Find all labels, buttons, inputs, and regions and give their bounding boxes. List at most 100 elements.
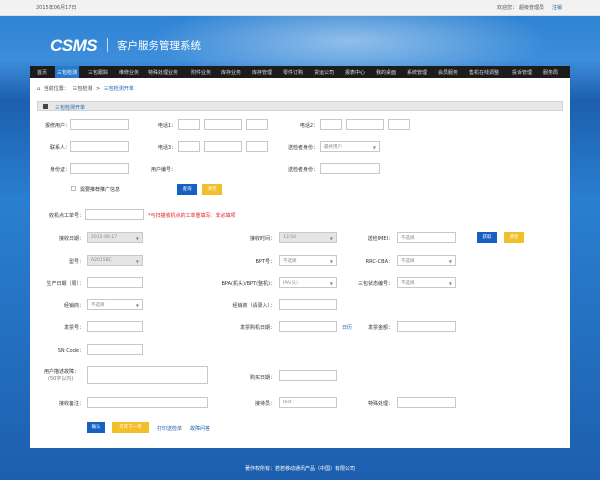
bpt-label: BPT号： xyxy=(255,259,276,265)
phone3-ext-input[interactable] xyxy=(246,141,268,152)
sender-identity-select[interactable]: 最终用户 ▼ xyxy=(320,141,380,152)
receive-time-select[interactable]: 13:54 ▼ xyxy=(279,232,337,243)
model-value: A2015BC xyxy=(91,258,112,263)
nav-item-home[interactable]: 首页 xyxy=(37,69,47,76)
nav-item-special[interactable]: 特殊处理业务 xyxy=(148,69,178,76)
clear-imei-button[interactable]: 清空 xyxy=(504,232,524,243)
print-link[interactable]: 打印送检单 xyxy=(157,425,182,432)
invoice-amount-input[interactable] xyxy=(397,321,456,332)
chevron-down-icon: ▼ xyxy=(329,236,333,241)
rrc-select[interactable]: 不选择 ▼ xyxy=(397,255,456,266)
breadcrumb-level2[interactable]: 三包检测开单 xyxy=(104,86,134,92)
fetch-button[interactable]: 获取 xyxy=(477,232,497,243)
nav-item-warranty-check[interactable]: 三包检测 xyxy=(55,66,80,78)
model-select[interactable]: A2015BC ▼ xyxy=(87,255,143,266)
nav-item-desktop[interactable]: 我的桌面 xyxy=(376,69,396,76)
id-card-input[interactable] xyxy=(70,163,129,174)
clear-customer-button[interactable]: 清空 xyxy=(202,184,222,195)
receive-note-input[interactable] xyxy=(87,397,208,408)
form-title: 三包检测开单 xyxy=(55,105,86,111)
sn-code-input[interactable] xyxy=(87,344,143,355)
imei-input[interactable]: 不选择 xyxy=(397,232,456,243)
sender-identity2-input[interactable] xyxy=(320,163,380,174)
page: 2015年06月17日 欢迎您： 超级管理员 注销 CSMS 客户服务管理系统 … xyxy=(0,0,600,480)
contact-input[interactable] xyxy=(70,141,129,152)
production-date-input[interactable] xyxy=(87,277,143,288)
receiver-value: test xyxy=(283,400,292,405)
warranty-status-select[interactable]: 不选择 ▼ xyxy=(397,277,456,288)
promo-label: 需要推荐推广信息 xyxy=(80,187,121,193)
nav-item-accessory[interactable]: 附件业务 xyxy=(191,69,211,76)
id-card-label: 身份证： xyxy=(49,167,70,173)
logo: CSMS xyxy=(50,36,98,55)
form-header: 三包检测开单 xyxy=(37,101,563,111)
phone1-number-input[interactable] xyxy=(204,119,242,130)
warranty-status-label: 三包状态编号： xyxy=(357,281,393,287)
nav-item-freight[interactable]: 货运公司 xyxy=(314,69,334,76)
special-handling-input[interactable] xyxy=(397,397,456,408)
receiver-input[interactable]: test xyxy=(279,397,337,408)
chevron-down-icon: ▼ xyxy=(329,281,333,286)
phone2-ext-input[interactable] xyxy=(388,119,410,130)
dealer-select[interactable]: 不选择 ▼ xyxy=(87,299,143,310)
sender-identity-value: 最终用户 xyxy=(324,145,342,150)
content-panel: ⌂ 当前位置： 三包检测 > 三包检测开单 三包检测开单 报修用户： 电话1： … xyxy=(30,78,570,448)
phone3-number-input[interactable] xyxy=(204,141,242,152)
dealer-input[interactable] xyxy=(279,299,337,310)
phone1-area-input[interactable] xyxy=(178,119,200,130)
confirm-button[interactable]: 确认 xyxy=(87,422,105,433)
ticket-note: *与扫描收机点的工单重填写：非必填项 xyxy=(148,213,236,219)
nav-item-online-adjust[interactable]: 售机在线调整 xyxy=(469,69,499,76)
sn-code-label: SN Code： xyxy=(57,348,84,354)
chevron-down-icon: ▼ xyxy=(329,259,333,264)
invoice-no-label: 发票号： xyxy=(63,325,84,331)
purchase-date-input[interactable] xyxy=(279,370,337,381)
model-label: 型号： xyxy=(68,259,84,265)
phone3-area-input[interactable] xyxy=(178,141,200,152)
logout-link[interactable]: 注销 xyxy=(552,4,562,11)
bpt-value: 不选择 xyxy=(283,259,297,264)
fault-description-textarea[interactable] xyxy=(87,366,208,384)
dealer-label: 经销商： xyxy=(63,303,84,309)
purchase-date-label: 购买日期： xyxy=(249,375,275,381)
invoice-date-input[interactable] xyxy=(279,321,337,332)
phone1-ext-input[interactable] xyxy=(246,119,268,130)
customer-name-input[interactable] xyxy=(70,119,129,130)
search-button[interactable]: 查询 xyxy=(177,184,197,195)
header-banner: CSMS 客户服务管理系统 xyxy=(0,16,600,66)
nav-item-repair[interactable]: 维修业务 xyxy=(119,69,139,76)
next-ticket-button[interactable]: 打开下一单 xyxy=(112,422,149,433)
nav-item-warranty-track[interactable]: 三包跟踪 xyxy=(88,69,108,76)
nav-item-system[interactable]: 系统管理 xyxy=(407,69,427,76)
breadcrumb-level1[interactable]: 三包检测 xyxy=(72,86,92,92)
bpa-select[interactable]: IPA(头) ▼ xyxy=(279,277,337,288)
customer-name-label: 报修用户： xyxy=(44,123,70,129)
footer: 著作权所有：若若移动通讯产品（中国）有限公司 xyxy=(244,466,355,472)
nav-item-member[interactable]: 会员服务 xyxy=(438,69,458,76)
nav-item-stock-manage[interactable]: 库存管理 xyxy=(252,69,272,76)
ticket-no-input[interactable] xyxy=(85,209,144,220)
rrc-value: 不选择 xyxy=(401,259,415,264)
chevron-down-icon: ▼ xyxy=(135,303,139,308)
special-handling-label: 特殊处理： xyxy=(367,401,393,407)
invoice-no-input[interactable] xyxy=(87,321,143,332)
receive-time-value: 13:54 xyxy=(283,235,296,240)
promo-checkbox[interactable] xyxy=(71,186,76,191)
nav-item-complaint[interactable]: 投诉管理 xyxy=(512,69,532,76)
invoice-amount-label: 发票金额： xyxy=(367,325,393,331)
nav-item-stock-business[interactable]: 库存业务 xyxy=(221,69,241,76)
current-user: 超级管理员 xyxy=(519,5,545,11)
user-no-label: 用户编号： xyxy=(150,167,176,173)
fault-description-label: 用户描述故障： xyxy=(44,369,80,375)
nav-item-service[interactable]: 服务局 xyxy=(543,69,558,76)
bpt-select[interactable]: 不选择 ▼ xyxy=(279,255,337,266)
receive-date-select[interactable]: 2015-06-17 ▼ xyxy=(87,232,143,243)
nav-item-reports[interactable]: 报表中心 xyxy=(345,69,365,76)
ticket-no-label: 收机点工单号： xyxy=(48,213,84,219)
current-date: 2015年06月17日 xyxy=(36,5,77,11)
phone2-area-input[interactable] xyxy=(320,119,342,130)
fault-query-link[interactable]: 故障问答 xyxy=(190,425,210,432)
phone2-number-input[interactable] xyxy=(346,119,384,130)
receive-date-value: 2015-06-17 xyxy=(91,235,118,240)
nav-item-parts-order[interactable]: 零件订购 xyxy=(283,69,303,76)
